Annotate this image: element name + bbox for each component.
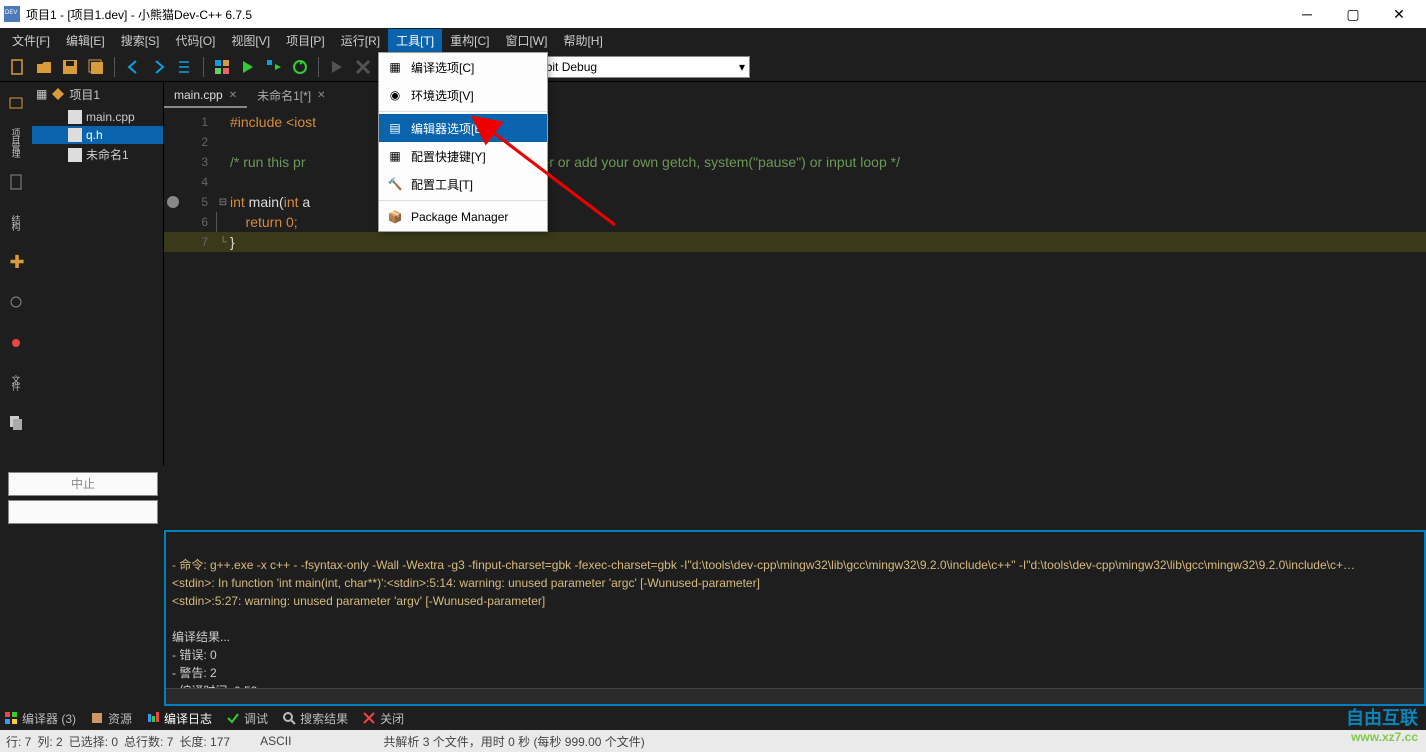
grid-icon: ▦: [387, 148, 403, 164]
file-icon: [68, 148, 82, 162]
abort-button[interactable]: 中止: [8, 472, 158, 496]
tab-unnamed[interactable]: 未命名1[*] ✕: [247, 83, 335, 108]
menu-window[interactable]: 窗口[W]: [497, 29, 555, 52]
stop-button[interactable]: [351, 55, 375, 79]
output-text[interactable]: - 命令: g++.exe -x c++ - -fsyntax-only -Wa…: [166, 532, 1424, 706]
status-encoding: ASCII: [260, 734, 291, 748]
maximize-button[interactable]: ▢: [1330, 0, 1376, 28]
menu-shortcuts[interactable]: ▦配置快捷键[Y]: [379, 142, 547, 170]
menu-edit[interactable]: 编辑[E]: [58, 29, 113, 52]
hammer-icon: 🔨: [387, 176, 403, 192]
menu-project[interactable]: 项目[P]: [278, 29, 333, 52]
menu-compile-options[interactable]: ▦编译选项[C]: [379, 53, 547, 81]
separator: [379, 111, 547, 112]
titlebar: 项目1 - [项目1.dev] - 小熊猫Dev-C++ 6.7.5 ─ ▢ ✕: [0, 0, 1426, 28]
menu-env-options[interactable]: ◉环境选项[V]: [379, 81, 547, 109]
circles-icon: ◉: [387, 87, 403, 103]
output-pane: - 命令: g++.exe -x c++ - -fsyntax-only -Wa…: [164, 530, 1426, 706]
code-editor[interactable]: 1#include <iost 2 3/* run this prsole pa…: [164, 108, 1426, 533]
menu-editor-options[interactable]: ▤编辑器选项[E]: [379, 114, 547, 142]
file-icon: [68, 110, 82, 124]
sidebar-add[interactable]: ✚: [4, 246, 28, 278]
sidebar-debug[interactable]: [4, 326, 28, 358]
grid-icon: ▦: [387, 59, 403, 75]
back-button[interactable]: [121, 55, 145, 79]
indent-button[interactable]: [173, 55, 197, 79]
minimize-button[interactable]: ─: [1284, 0, 1330, 28]
status-len: 长度: 177: [179, 733, 230, 750]
compile-run-button[interactable]: [262, 55, 286, 79]
menu-tools[interactable]: 工具[T]: [388, 29, 442, 52]
breakpoint-icon[interactable]: [167, 196, 179, 208]
menu-config-tools[interactable]: 🔨配置工具[T]: [379, 170, 547, 198]
run-button[interactable]: [236, 55, 260, 79]
status-col: 列: 2: [37, 733, 62, 750]
sidebar-files[interactable]: [4, 406, 28, 438]
project-root-label[interactable]: 项目1: [69, 86, 100, 103]
output-scrollbar[interactable]: [166, 688, 1424, 704]
watermark: 自由互联 www.xz7.cc: [1346, 704, 1418, 744]
app-icon: [4, 6, 20, 22]
separator: [379, 200, 547, 201]
menu-help[interactable]: 帮助[H]: [555, 29, 610, 52]
btab-close[interactable]: 关闭: [362, 710, 404, 727]
menu-package-manager[interactable]: 📦Package Manager: [379, 203, 547, 231]
btab-compiler[interactable]: 编译器 (3): [4, 710, 76, 727]
close-icon[interactable]: ✕: [317, 90, 325, 101]
status-parse: 共解析 3 个文件，用时 0 秒 (每秒 999.00 个文件): [383, 733, 644, 750]
tab-main-cpp[interactable]: main.cpp ✕: [164, 84, 247, 108]
menu-code[interactable]: 代码[O]: [167, 29, 223, 52]
tools-dropdown: ▦编译选项[C] ◉环境选项[V] ▤编辑器选项[E] ▦配置快捷键[Y] 🔨配…: [378, 52, 548, 232]
close-icon[interactable]: ✕: [229, 90, 237, 101]
doc-icon: ▤: [387, 120, 403, 136]
open-button[interactable]: [32, 55, 56, 79]
compile-button[interactable]: [210, 55, 234, 79]
debug-step-button[interactable]: [325, 55, 349, 79]
status-sel: 已选择: 0: [69, 733, 118, 750]
project-file-qh[interactable]: q.h: [32, 126, 163, 144]
new-file-button[interactable]: [6, 55, 30, 79]
close-button[interactable]: ✕: [1376, 0, 1422, 28]
status-total: 总行数: 7: [124, 733, 173, 750]
menu-run[interactable]: 运行[R]: [333, 29, 388, 52]
save-button[interactable]: [58, 55, 82, 79]
sidebar-watch[interactable]: [4, 286, 28, 318]
package-icon: 📦: [387, 209, 403, 225]
bottom-tabbar: 编译器 (3) 资源 编译日志 调试 搜索结果 关闭: [0, 706, 1426, 730]
menu-refactor[interactable]: 重构[C]: [442, 29, 497, 52]
window-title: 项目1 - [项目1.dev] - 小熊猫Dev-C++ 6.7.5: [26, 6, 1284, 23]
menu-file[interactable]: 文件[F]: [4, 29, 58, 52]
sidebar-project[interactable]: [4, 86, 28, 118]
panel-list-icon[interactable]: ▦: [36, 87, 47, 101]
btab-compile-log[interactable]: 编译日志: [146, 710, 212, 727]
btab-resource[interactable]: 资源: [90, 710, 132, 727]
status-line: 行: 7: [6, 733, 31, 750]
file-icon: [68, 128, 82, 142]
sidebar-project-label: 项目管理: [4, 126, 28, 158]
menu-view[interactable]: 视图[V]: [223, 29, 278, 52]
save-all-button[interactable]: [84, 55, 108, 79]
sidebar-file-label: 文件: [4, 366, 28, 398]
chevron-down-icon: ▾: [739, 60, 745, 74]
sidebar-struct[interactable]: [4, 166, 28, 198]
stop-button-panel: 中止: [2, 466, 164, 530]
btab-debug[interactable]: 调试: [226, 710, 268, 727]
menu-search[interactable]: 搜索[S]: [113, 29, 168, 52]
forward-button[interactable]: [147, 55, 171, 79]
editor-tabbar: main.cpp ✕ 未命名1[*] ✕: [164, 82, 1426, 108]
project-file-main[interactable]: main.cpp: [32, 108, 163, 126]
btab-search[interactable]: 搜索结果: [282, 710, 348, 727]
secondary-button[interactable]: [8, 500, 158, 524]
rebuild-button[interactable]: [288, 55, 312, 79]
statusbar: 行: 7 列: 2 已选择: 0 总行数: 7 长度: 177 ASCII 共解…: [0, 730, 1426, 752]
sidebar-struct-label: 结构: [4, 206, 28, 238]
project-file-unnamed[interactable]: 未命名1: [32, 144, 163, 165]
menubar: 文件[F] 编辑[E] 搜索[S] 代码[O] 视图[V] 项目[P] 运行[R…: [0, 28, 1426, 52]
toolbar: MinGW GCC 9.2.0 32-bit Debug ▾: [0, 52, 1426, 82]
project-root-icon: [51, 87, 65, 101]
